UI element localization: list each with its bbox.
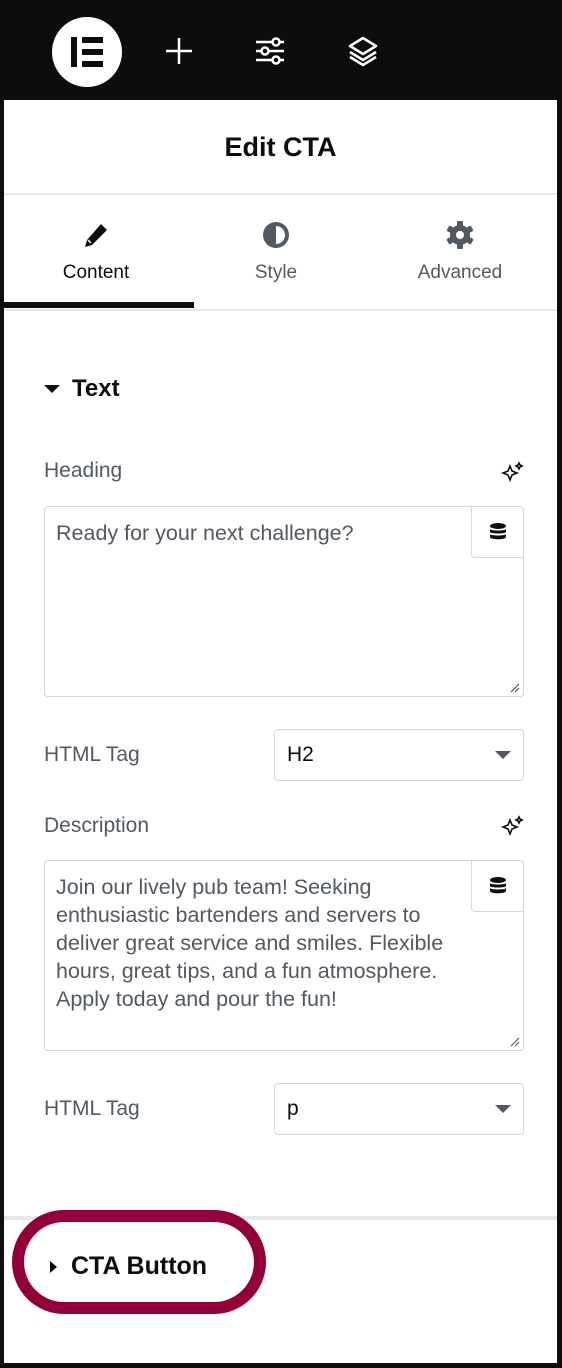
- top-toolbar: [4, 4, 557, 100]
- layers-icon[interactable]: [346, 34, 380, 68]
- section-title: Text: [72, 375, 120, 402]
- html-tag-label: HTML Tag: [44, 1097, 140, 1120]
- heading-value: Ready for your next challenge?: [56, 521, 354, 545]
- description-html-tag-select[interactable]: p: [274, 1083, 524, 1135]
- half-circle-icon: [263, 222, 289, 248]
- heading-label: Heading: [44, 459, 123, 482]
- dynamic-tags-button[interactable]: [471, 860, 524, 912]
- gear-icon: [446, 221, 474, 249]
- elementor-logo-icon[interactable]: [52, 17, 122, 87]
- highlight-annotation: [12, 1210, 266, 1314]
- heading-textarea[interactable]: Ready for your next challenge?: [44, 506, 524, 697]
- heading-html-tag-select[interactable]: H2: [274, 729, 524, 781]
- description-label: Description: [44, 814, 150, 837]
- chevron-down-icon: [495, 1105, 511, 1113]
- tab-label: Advanced: [417, 262, 503, 283]
- chevron-down-icon: [495, 751, 511, 759]
- editor-panel: Edit CTA Content Style Advanced Text Hea…: [4, 100, 557, 1363]
- tab-content[interactable]: Content: [4, 196, 188, 308]
- ai-sparkle-icon[interactable]: [501, 814, 525, 838]
- database-icon: [489, 877, 506, 894]
- panel-title: Edit CTA: [224, 131, 337, 162]
- select-value: p: [287, 1097, 299, 1120]
- resize-handle-icon[interactable]: [508, 681, 520, 693]
- ai-sparkle-icon[interactable]: [501, 460, 525, 484]
- divider: [4, 193, 557, 195]
- section-toggle-text[interactable]: Text: [44, 375, 120, 403]
- database-icon: [489, 523, 506, 540]
- tab-advanced[interactable]: Advanced: [368, 196, 552, 308]
- caret-down-icon: [44, 385, 60, 393]
- plus-icon[interactable]: [162, 34, 196, 68]
- tab-style[interactable]: Style: [184, 196, 368, 308]
- description-value: Join our lively pub team! Seeking enthus…: [56, 875, 444, 1011]
- html-tag-label: HTML Tag: [44, 743, 140, 766]
- dynamic-tags-button[interactable]: [471, 506, 524, 558]
- tab-label: Content: [62, 262, 130, 283]
- description-textarea[interactable]: Join our lively pub team! Seeking enthus…: [44, 860, 524, 1051]
- pencil-icon: [85, 224, 107, 247]
- active-tab-indicator: [4, 302, 194, 308]
- resize-handle-icon[interactable]: [508, 1035, 520, 1047]
- tab-label: Style: [254, 262, 298, 283]
- sliders-icon[interactable]: [254, 34, 288, 68]
- select-value: H2: [287, 743, 314, 766]
- divider: [4, 309, 557, 311]
